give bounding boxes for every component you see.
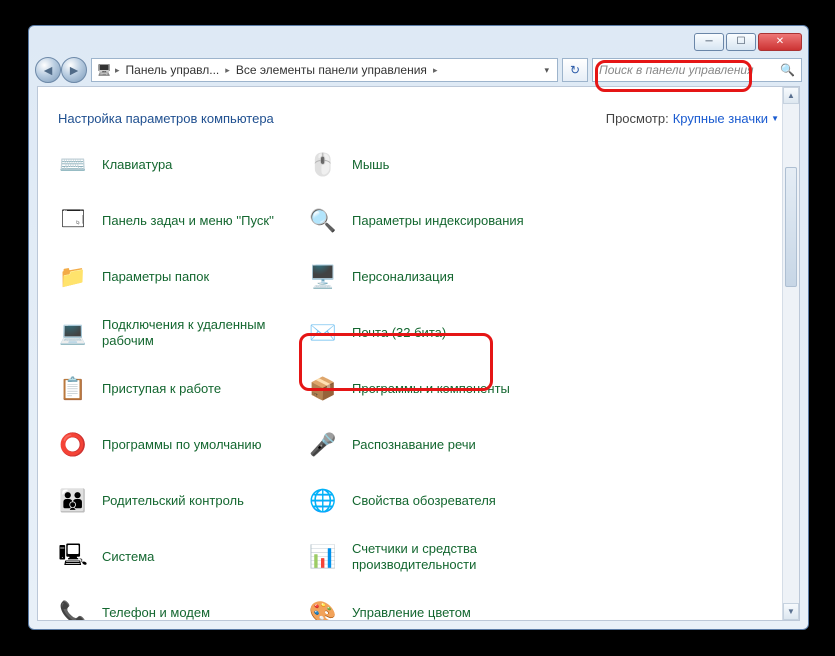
control-panel-item[interactable]: 🖳 Система	[56, 536, 306, 578]
scrollbar-thumb[interactable]	[785, 167, 797, 287]
back-button[interactable]: ◄	[35, 57, 61, 83]
item-label: Телефон и модем	[102, 605, 210, 621]
item-icon: 📦	[306, 372, 340, 406]
control-panel-item[interactable]: 🗔 Панель задач и меню ''Пуск''	[56, 200, 306, 242]
item-label: Приступая к работе	[102, 381, 221, 397]
control-panel-item[interactable]: 📁 Параметры папок	[56, 256, 306, 298]
breadcrumb-separator: ▸	[115, 65, 120, 76]
maximize-button[interactable]: ☐	[726, 33, 756, 51]
breadcrumb-item[interactable]: Панель управл...	[123, 63, 223, 77]
item-label: Клавиатура	[102, 157, 172, 173]
address-bar[interactable]: 🖥 ▸ Панель управл... ▸ Все элементы пане…	[91, 58, 558, 82]
window-controls: ─ ☐ ✕	[694, 33, 802, 51]
view-selector: Просмотр: Крупные значки ▼	[606, 111, 779, 126]
control-panel-item[interactable]: 📦 Программы и компоненты	[306, 368, 566, 410]
item-label: Программы и компоненты	[352, 381, 510, 397]
forward-button[interactable]: ►	[61, 57, 87, 83]
page-header: Настройка параметров компьютера Просмотр…	[38, 87, 799, 144]
item-icon: 🖳	[56, 540, 90, 574]
scroll-down-button[interactable]: ▼	[783, 603, 799, 620]
control-panel-item[interactable]: 📋 Приступая к работе	[56, 368, 306, 410]
control-panel-item[interactable]: ✉️ Почта (32 бита)	[306, 312, 566, 354]
view-dropdown[interactable]: Крупные значки ▼	[673, 111, 779, 126]
item-icon: 🎨	[306, 596, 340, 621]
content-area: Настройка параметров компьютера Просмотр…	[37, 86, 800, 621]
control-panel-icon: 🖥	[96, 62, 112, 78]
scroll-up-button[interactable]: ▲	[783, 87, 799, 104]
search-icon: 🔍	[780, 63, 795, 77]
item-label: Параметры индексирования	[352, 213, 524, 229]
navigation-bar: ◄ ► 🖥 ▸ Панель управл... ▸ Все элементы …	[29, 54, 808, 86]
item-icon: 📁	[56, 260, 90, 294]
breadcrumb-item[interactable]: Все элементы панели управления	[233, 63, 430, 77]
titlebar: ─ ☐ ✕	[29, 26, 808, 54]
item-icon: 📊	[306, 540, 340, 574]
control-panel-item[interactable]: 🎤 Распознавание речи	[306, 424, 566, 466]
item-icon: 🎤	[306, 428, 340, 462]
control-panel-item[interactable]: 🖥️ Персонализация	[306, 256, 566, 298]
item-icon: 🔍	[306, 204, 340, 238]
item-label: Счетчики и средства производительности	[352, 541, 566, 574]
control-panel-window: ─ ☐ ✕ ◄ ► 🖥 ▸ Панель управл... ▸ Все эле…	[28, 25, 809, 630]
page-title: Настройка параметров компьютера	[58, 111, 274, 126]
items-grid: ⌨️ Клавиатура 🖱️ Мышь 🗔 Панель задач и меню '…	[38, 144, 799, 621]
search-placeholder: Поиск в панели управления	[599, 63, 754, 77]
item-label: Мышь	[352, 157, 389, 173]
control-panel-item[interactable]: 👪 Родительский контроль	[56, 480, 306, 522]
item-icon: 📞	[56, 596, 90, 621]
item-label: Система	[102, 549, 154, 565]
item-icon: 🖥️	[306, 260, 340, 294]
close-button[interactable]: ✕	[758, 33, 802, 51]
search-input[interactable]: Поиск в панели управления 🔍	[592, 58, 802, 82]
item-label: Почта (32 бита)	[352, 325, 446, 341]
item-label: Параметры папок	[102, 269, 209, 285]
view-value: Крупные значки	[673, 111, 768, 126]
control-panel-item[interactable]: 💻 Подключения к удаленным рабочим	[56, 312, 306, 354]
item-icon: 👪	[56, 484, 90, 518]
item-label: Управление цветом	[352, 605, 471, 621]
item-icon: 🗔	[56, 204, 90, 238]
item-icon: 📋	[56, 372, 90, 406]
minimize-button[interactable]: ─	[694, 33, 724, 51]
item-label: Персонализация	[352, 269, 454, 285]
item-icon: ⭕	[56, 428, 90, 462]
item-icon: 💻	[56, 316, 90, 350]
breadcrumb-separator: ▸	[225, 65, 230, 76]
control-panel-item[interactable]: 📊 Счетчики и средства производительности	[306, 536, 566, 578]
item-icon: 🖱️	[306, 148, 340, 182]
item-icon: ⌨️	[56, 148, 90, 182]
control-panel-item[interactable]: 🌐 Свойства обозревателя	[306, 480, 566, 522]
item-label: Свойства обозревателя	[352, 493, 496, 509]
view-label: Просмотр:	[606, 111, 669, 126]
chevron-down-icon: ▼	[771, 114, 779, 123]
control-panel-item[interactable]: ⌨️ Клавиатура	[56, 144, 306, 186]
control-panel-item[interactable]: 🎨 Управление цветом	[306, 592, 566, 621]
item-label: Родительский контроль	[102, 493, 244, 509]
address-dropdown-icon[interactable]: ▾	[540, 65, 553, 76]
nav-buttons: ◄ ►	[35, 57, 87, 83]
control-panel-item[interactable]: 🔍 Параметры индексирования	[306, 200, 566, 242]
item-label: Программы по умолчанию	[102, 437, 261, 453]
vertical-scrollbar[interactable]: ▲ ▼	[782, 87, 799, 620]
item-label: Распознавание речи	[352, 437, 476, 453]
breadcrumb-separator: ▸	[433, 65, 438, 76]
control-panel-item[interactable]: 🖱️ Мышь	[306, 144, 566, 186]
item-label: Подключения к удаленным рабочим	[102, 317, 306, 350]
item-label: Панель задач и меню ''Пуск''	[102, 213, 274, 229]
control-panel-item[interactable]: ⭕ Программы по умолчанию	[56, 424, 306, 466]
refresh-button[interactable]: ↻	[562, 58, 588, 82]
item-icon: ✉️	[306, 316, 340, 350]
item-icon: 🌐	[306, 484, 340, 518]
control-panel-item[interactable]: 📞 Телефон и модем	[56, 592, 306, 621]
